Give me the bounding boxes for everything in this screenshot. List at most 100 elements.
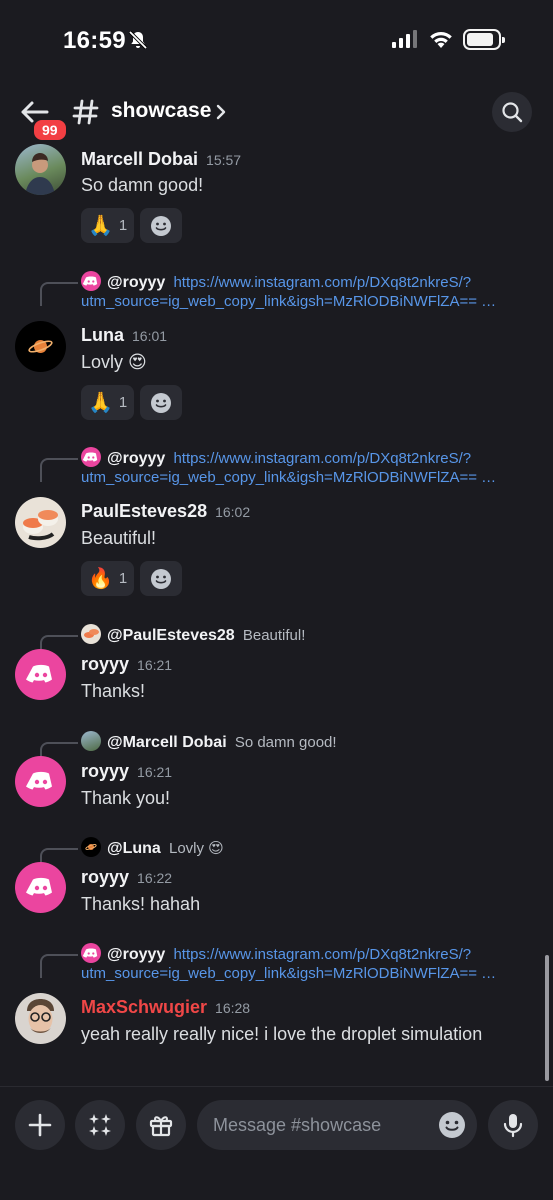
reply-link[interactable]: https://www.instagram.com/p/DXq8t2nkreS/… [173,450,471,467]
reply-text: Beautiful! [242,627,306,644]
microphone-icon [503,1114,523,1138]
message-text: Lovly 😍 [81,352,147,372]
reply-avatar [81,943,101,963]
reply-link-continuation[interactable]: utm_source=ig_web_copy_link&igsh=MzRlODB… [81,293,536,310]
author-name[interactable]: Luna [81,325,124,346]
timestamp: 16:01 [132,328,168,344]
planet-avatar-icon [28,340,53,353]
message-list[interactable]: Marcell Dobai 15:57 So damn good! 🙏 1 @r… [0,144,553,1084]
avatar-photo [27,999,54,1033]
message-input[interactable] [197,1100,477,1150]
battery-icon [463,29,505,50]
message-text: So damn good! [81,175,204,195]
emoji-icon[interactable] [438,1111,466,1139]
attach-button[interactable] [15,1100,65,1150]
add-reaction-button[interactable] [140,208,183,243]
status-time: 16:59 [63,27,126,54]
reply-avatar [81,447,101,467]
reaction-count: 1 [118,570,128,587]
reply-preview[interactable]: @PaulEsteves28 Beautiful! [81,624,305,646]
reaction-chip[interactable]: 🙏 1 [81,385,135,420]
avatar[interactable] [15,321,66,372]
message-text: Beautiful! [81,528,157,548]
reply-preview[interactable]: @Marcell Dobai So damn good! [81,731,337,753]
reaction-emoji: 🙏 [88,215,113,237]
apps-button[interactable] [75,1100,125,1150]
message-header: royyy 16:21 [81,761,172,782]
status-bar: 16:59 [0,0,553,80]
message-text: Thanks! hahah [81,894,201,914]
message-text: Thank you! [81,788,171,808]
avatar[interactable] [15,862,66,913]
unread-badge: 99 [32,118,68,142]
reply-author: @PaulEsteves28 [107,627,235,644]
reply-preview[interactable]: @royyy https://www.instagram.com/p/DXq8t… [81,447,471,469]
reply-connector [40,458,78,482]
add-reaction-icon [151,392,172,413]
sushi-avatar-photo [23,510,58,541]
author-name[interactable]: MaxSchwugier [81,997,207,1018]
message-header: MaxSchwugier 16:28 [81,997,250,1018]
add-reaction-button[interactable] [140,561,183,596]
reply-preview[interactable]: @Luna Lovly 😍 [81,837,224,859]
timestamp: 16:02 [215,504,251,520]
timestamp: 16:28 [215,1000,251,1016]
author-name[interactable]: royyy [81,867,129,888]
reaction-bar: 🙏 1 [81,208,183,243]
avatar[interactable] [15,993,66,1044]
add-reaction-button[interactable] [140,385,183,420]
search-button[interactable] [492,92,532,132]
reply-link[interactable]: https://www.instagram.com/p/DXq8t2nkreS/… [173,274,471,291]
search-icon [502,102,523,123]
timestamp: 16:22 [137,870,173,886]
message-header: PaulEsteves28 16:02 [81,501,250,522]
author-name[interactable]: royyy [81,761,129,782]
reaction-emoji: 🙏 [88,392,113,414]
chevron-right-icon[interactable] [215,104,227,120]
reply-text: Lovly 😍 [169,840,224,857]
reaction-chip[interactable]: 🔥 1 [81,561,135,596]
reply-link-continuation[interactable]: utm_source=ig_web_copy_link&igsh=MzRlODB… [81,965,536,982]
author-name[interactable]: royyy [81,654,129,675]
voice-message-button[interactable] [488,1100,538,1150]
gift-button[interactable] [136,1100,186,1150]
avatar[interactable] [15,497,66,548]
reply-avatar [81,731,101,751]
avatar[interactable] [15,649,66,700]
reaction-count: 1 [118,394,128,411]
muted-bell-icon [128,30,148,50]
scrollbar[interactable] [545,955,549,1081]
reaction-bar: 🔥 1 [81,561,183,596]
reply-author: @royyy [107,946,166,963]
message-header: Marcell Dobai 15:57 [81,149,241,170]
message-header: royyy 16:21 [81,654,172,675]
message-text: yeah really really nice! i love the drop… [81,1024,483,1044]
discord-logo-icon [25,877,52,895]
reply-author: @royyy [107,274,166,291]
message-text: Thanks! [81,681,146,701]
reply-text: So damn good! [234,734,337,751]
avatar-photo [25,153,55,195]
message-composer [0,1086,553,1200]
reaction-chip[interactable]: 🙏 1 [81,208,135,243]
avatar[interactable] [15,144,66,195]
reply-preview[interactable]: @royyy https://www.instagram.com/p/DXq8t… [81,943,471,965]
reply-link-continuation[interactable]: utm_source=ig_web_copy_link&igsh=MzRlODB… [81,469,536,486]
avatar[interactable] [15,756,66,807]
timestamp: 16:21 [137,764,173,780]
gift-icon [149,1116,173,1137]
channel-title[interactable]: showcase [111,99,211,123]
cellular-signal-icon [392,30,417,48]
reply-preview[interactable]: @royyy https://www.instagram.com/p/DXq8t… [81,271,471,293]
reaction-bar: 🙏 1 [81,385,183,420]
reply-link[interactable]: https://www.instagram.com/p/DXq8t2nkreS/… [173,946,471,963]
author-name[interactable]: PaulEsteves28 [81,501,207,522]
discord-logo-icon [25,664,52,682]
apps-icon [89,1114,111,1136]
reply-avatar [81,271,101,291]
reply-author: @Marcell Dobai [107,734,227,751]
author-name[interactable]: Marcell Dobai [81,149,198,170]
add-reaction-icon [151,215,172,236]
message-header: royyy 16:22 [81,867,172,888]
channel-header: 99 showcase [0,80,553,144]
